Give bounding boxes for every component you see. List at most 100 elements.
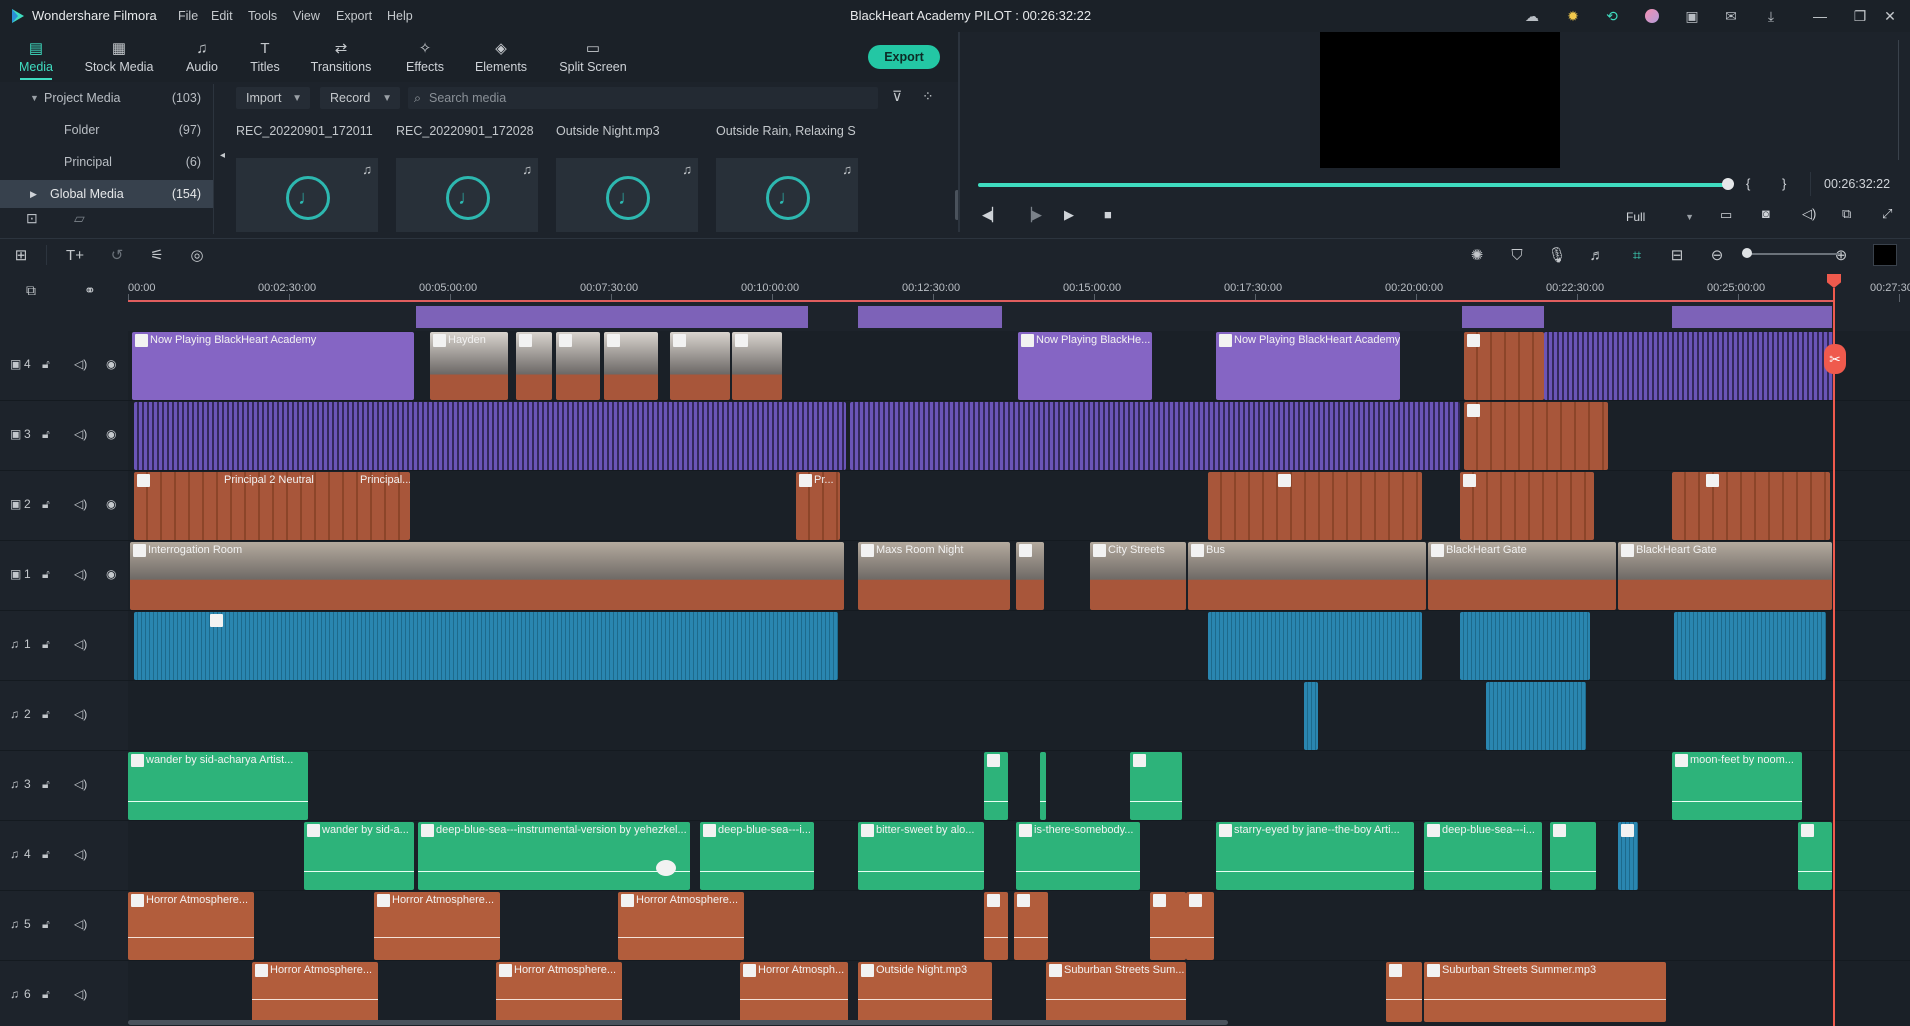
undo-icon[interactable]: ↺: [106, 245, 128, 265]
timeline-clip[interactable]: [1672, 472, 1830, 540]
snapshot-icon[interactable]: ◙: [1762, 206, 1770, 221]
tab-stock-media[interactable]: ▦ Stock Media: [80, 32, 158, 80]
audio-clip[interactable]: [1386, 962, 1422, 1022]
microphone-icon[interactable]: 🎙: [1546, 245, 1568, 265]
tab-media[interactable]: ▤ Media: [10, 32, 62, 80]
filter-icon[interactable]: ⊽: [892, 88, 902, 105]
audio-clip[interactable]: wander by sid-acharya Artist...: [128, 752, 308, 820]
speaker-icon[interactable]: ◁): [74, 357, 87, 371]
audio-clip[interactable]: [1208, 612, 1422, 680]
scissors-icon[interactable]: ✂: [1824, 344, 1846, 374]
timeline-clip[interactable]: Now Playing BlackHe...: [1018, 332, 1152, 400]
layout-icon[interactable]: ⊞: [10, 245, 32, 265]
audio-clip[interactable]: deep-blue-sea---instrumental-version by …: [418, 822, 690, 890]
library-item-global-media[interactable]: ▶ Global Media (154): [0, 180, 213, 208]
menu-export[interactable]: Export: [336, 9, 372, 23]
audio-clip[interactable]: Horror Atmosph...: [740, 962, 848, 1022]
audio-clip[interactable]: is-there-somebody...: [1016, 822, 1140, 890]
timeline-clip[interactable]: Pr...: [796, 472, 840, 540]
zoom-in-icon[interactable]: ⊕: [1830, 245, 1852, 265]
audio-clip[interactable]: Horror Atmosphere...: [496, 962, 622, 1022]
display-icon[interactable]: ▭: [1720, 207, 1732, 223]
cloud-icon[interactable]: ☁: [1522, 6, 1542, 26]
step-forward-icon[interactable]: ▕▶: [1022, 207, 1042, 223]
speaker-icon[interactable]: ◁): [74, 427, 87, 441]
mark-out-icon[interactable]: }: [1782, 176, 1786, 191]
timeline-clip[interactable]: [1464, 332, 1544, 400]
timeline-clip[interactable]: [604, 332, 658, 400]
audio-clip[interactable]: moon-feet by noom...: [1672, 752, 1802, 820]
timeline-clip[interactable]: [516, 332, 552, 400]
quality-dropdown[interactable]: Full ▼: [1618, 207, 1700, 227]
audio-clip[interactable]: Suburban Streets Sum...: [1046, 962, 1186, 1022]
fullscreen-icon[interactable]: ⤢: [1882, 206, 1892, 222]
timeline-clip[interactable]: Now Playing BlackHeart Academy: [1216, 332, 1400, 400]
timeline-clip[interactable]: [670, 332, 730, 400]
stop-icon[interactable]: ■: [1104, 207, 1112, 222]
import-dropdown[interactable]: Import ▼: [236, 87, 310, 109]
timeline-horizontal-scrollbar[interactable]: [128, 1020, 1228, 1025]
speaker-icon[interactable]: ◁): [74, 497, 87, 511]
folder-icon[interactable]: ▱: [74, 210, 85, 227]
audio-clip[interactable]: bitter-sweet by alo...: [858, 822, 984, 890]
timeline-clip[interactable]: [556, 332, 600, 400]
track-lane-audio-2[interactable]: [128, 681, 1910, 751]
step-back-icon[interactable]: ◀▏: [982, 207, 1002, 223]
add-track-icon[interactable]: ⧉: [26, 282, 36, 299]
mark-in-icon[interactable]: {: [1746, 176, 1750, 191]
mail-icon[interactable]: ✉: [1721, 6, 1741, 26]
speaker-icon[interactable]: ◁): [74, 847, 87, 861]
headset-icon[interactable]: ⟲: [1602, 6, 1622, 26]
timeline-clip[interactable]: [732, 332, 782, 400]
timeline-clip[interactable]: BlackHeart Gate: [1618, 542, 1832, 610]
audio-clip[interactable]: starry-eyed by jane--the-boy Arti...: [1216, 822, 1414, 890]
grid-view-icon[interactable]: ⁘: [922, 88, 934, 105]
export-button[interactable]: Export: [868, 45, 940, 69]
audio-clip[interactable]: [1550, 822, 1596, 890]
zoom-slider[interactable]: [1746, 253, 1840, 255]
speaker-icon[interactable]: ◁): [74, 777, 87, 791]
minimize-button[interactable]: —: [1800, 4, 1840, 28]
timeline-clip[interactable]: [850, 402, 1460, 470]
timeline-clip[interactable]: [1464, 402, 1608, 470]
audio-clip[interactable]: Suburban Streets Summer.mp3: [1424, 962, 1666, 1022]
speaker-icon[interactable]: ◁): [74, 987, 87, 1001]
tab-elements[interactable]: ◈ Elements: [470, 32, 532, 80]
lock-icon[interactable]: 🔓︎: [42, 427, 50, 442]
audio-clip[interactable]: [1486, 682, 1586, 750]
new-folder-icon[interactable]: ⊡: [26, 210, 38, 227]
tab-transitions[interactable]: ⇄ Transitions: [308, 32, 374, 80]
speaker-icon[interactable]: ◁): [74, 637, 87, 651]
link-icon[interactable]: ⚭: [84, 282, 96, 299]
speaker-icon[interactable]: ◁): [74, 707, 87, 721]
preview-progress-knob[interactable]: [1722, 178, 1734, 190]
tab-titles[interactable]: T Titles: [244, 32, 286, 80]
marker-icon[interactable]: ⛉: [1506, 245, 1528, 265]
timeline-clip[interactable]: [1208, 472, 1422, 540]
pip-icon[interactable]: ⧉: [1842, 206, 1851, 222]
audio-clip[interactable]: [1130, 752, 1182, 820]
timeline-clip[interactable]: [134, 402, 846, 470]
speaker-icon[interactable]: ◁): [74, 917, 87, 931]
speaker-icon[interactable]: ◁): [74, 567, 87, 581]
download-icon[interactable]: ⤓: [1761, 6, 1781, 26]
track-lane-audio-3[interactable]: [128, 751, 1910, 821]
audio-clip[interactable]: [1186, 892, 1214, 960]
audio-clip[interactable]: [1040, 752, 1046, 820]
lock-icon[interactable]: 🔓︎: [42, 637, 50, 652]
audio-clip[interactable]: [1304, 682, 1318, 750]
timeline-clip[interactable]: [1544, 332, 1834, 400]
library-item-folder[interactable]: Folder (97): [0, 116, 213, 144]
lock-icon[interactable]: 🔓︎: [42, 567, 50, 582]
media-item[interactable]: Outside Rain, Relaxing Sl... ♫ ♩: [708, 120, 858, 232]
eye-icon[interactable]: ◉: [106, 427, 116, 441]
timeline-clip[interactable]: Maxs Room Night: [858, 542, 1010, 610]
audio-clip[interactable]: Outside Night.mp3: [858, 962, 992, 1022]
audio-clip[interactable]: [1014, 892, 1048, 960]
record-dropdown[interactable]: Record ▼: [320, 87, 400, 109]
color-match-icon[interactable]: ◎: [186, 245, 208, 265]
preview-video[interactable]: [1320, 32, 1560, 168]
volume-icon[interactable]: ◁): [1802, 206, 1816, 222]
tab-audio[interactable]: ♫ Audio: [180, 32, 224, 80]
audio-clip[interactable]: [1674, 612, 1826, 680]
